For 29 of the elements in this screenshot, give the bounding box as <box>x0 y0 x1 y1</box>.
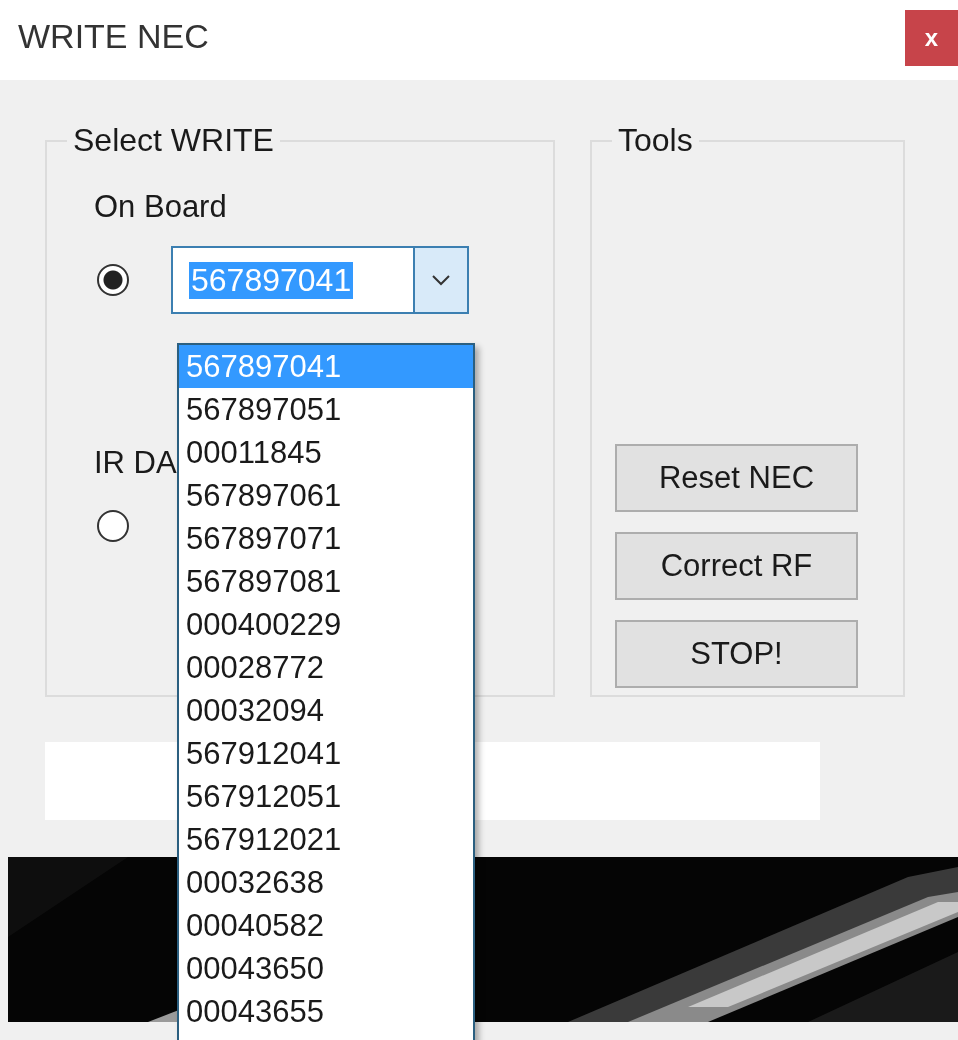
dropdown-button[interactable] <box>413 248 467 312</box>
list-item[interactable]: 567912051 <box>179 775 473 818</box>
radio-button[interactable] <box>97 264 129 296</box>
list-item[interactable]: 00040582 <box>179 904 473 947</box>
list-item[interactable]: 567912021 <box>179 818 473 861</box>
list-item[interactable]: 00043650 <box>179 947 473 990</box>
close-button[interactable]: x <box>905 10 958 66</box>
radio-button[interactable] <box>97 510 129 542</box>
combo-value: 567897041 <box>189 261 354 299</box>
list-item[interactable]: 00028772 <box>179 646 473 689</box>
tool-button[interactable]: STOP! <box>615 620 858 688</box>
list-item[interactable]: 567897051 <box>179 388 473 431</box>
list-item[interactable]: 00032638 <box>179 861 473 904</box>
list-item[interactable]: 00043655 <box>179 990 473 1033</box>
list-item[interactable]: 567897081 <box>179 560 473 603</box>
option-label: IR DA <box>94 445 177 481</box>
list-item[interactable]: 567912041 <box>179 732 473 775</box>
tool-button[interactable]: Correct RF <box>615 532 858 600</box>
group-title: Select WRITE <box>72 122 275 159</box>
list-item[interactable]: 567897071 <box>179 517 473 560</box>
window-title: WRITE NEC <box>18 16 209 56</box>
chevron-down-icon <box>431 274 451 286</box>
list-item[interactable]: 00011845 <box>179 431 473 474</box>
list-item[interactable]: 000400229 <box>179 603 473 646</box>
group-title: Tools <box>617 122 694 159</box>
tool-button[interactable]: Reset NEC <box>615 444 858 512</box>
option-label: On Board <box>94 189 227 225</box>
list-item[interactable]: 00032094 <box>179 689 473 732</box>
list-item[interactable]: 567897061 <box>179 474 473 517</box>
